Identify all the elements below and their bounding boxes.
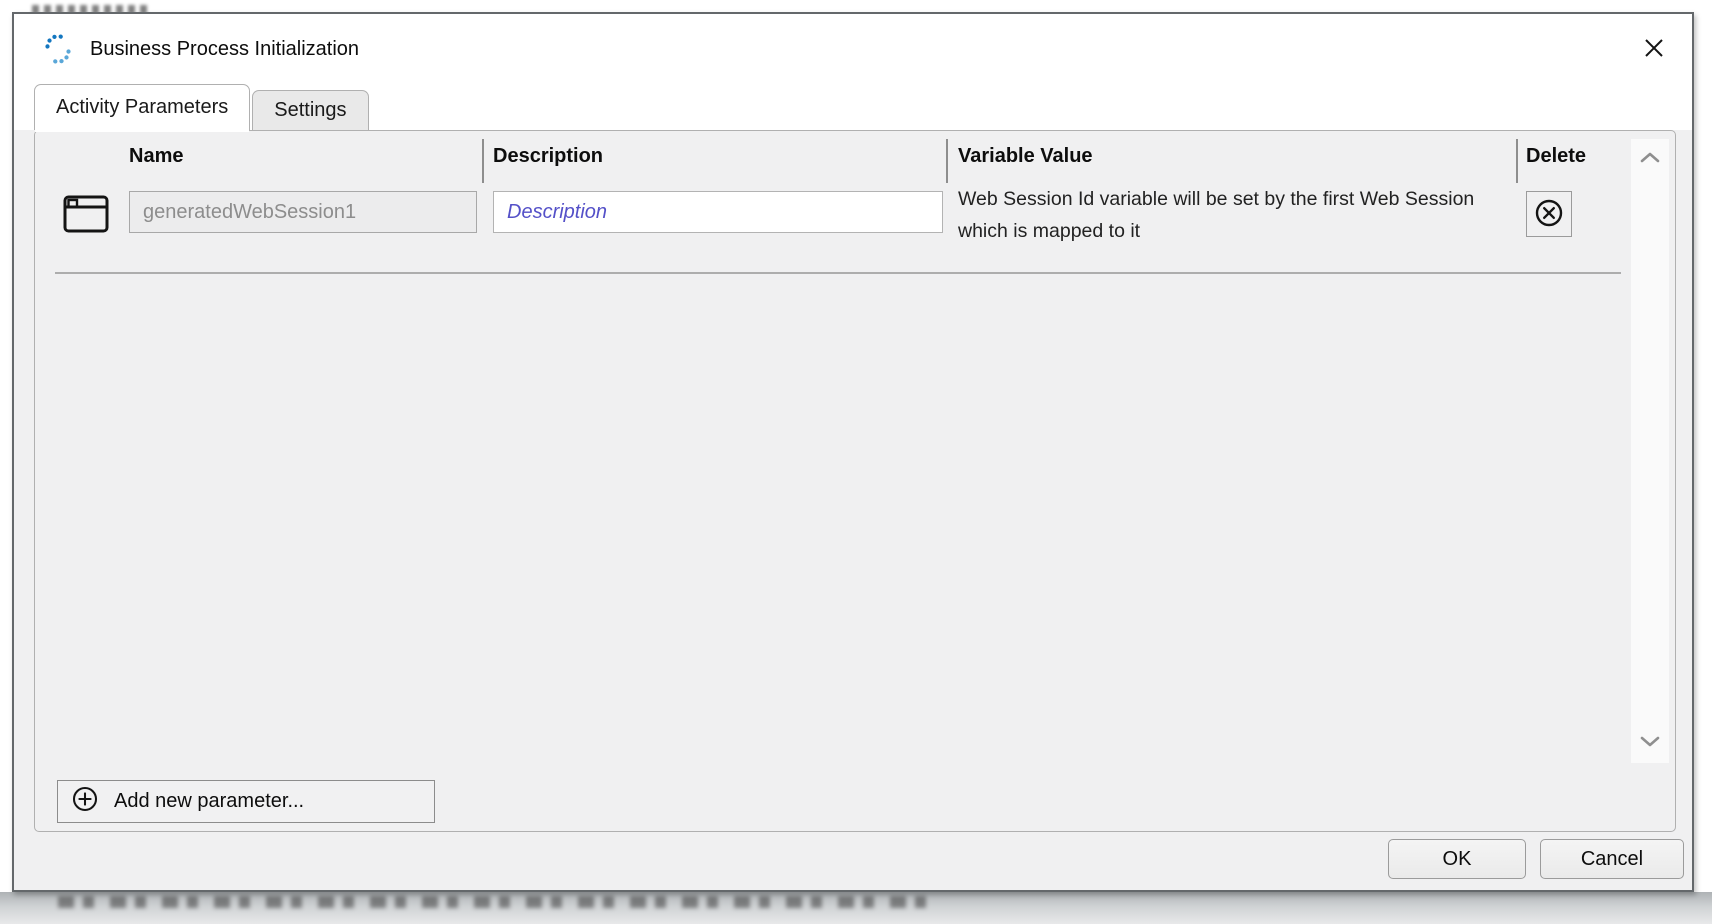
sync-dots-logo-icon bbox=[42, 33, 74, 65]
background-window-text-fragment bbox=[58, 896, 938, 908]
parameter-name-input[interactable] bbox=[129, 191, 477, 233]
dialog-footer: OK Cancel bbox=[14, 832, 1692, 890]
cancel-button[interactable]: Cancel bbox=[1540, 839, 1684, 879]
column-header-description: Description bbox=[493, 145, 603, 168]
dialog-title-bar: Business Process Initialization bbox=[14, 14, 1692, 84]
column-divider bbox=[1516, 139, 1518, 183]
scrollbar-track[interactable] bbox=[1631, 139, 1669, 763]
add-new-parameter-label: Add new parameter... bbox=[114, 790, 304, 813]
parameter-description-input[interactable] bbox=[493, 191, 943, 233]
chevron-down-icon bbox=[1639, 735, 1661, 751]
delete-circle-x-icon bbox=[1533, 197, 1565, 232]
scroll-up-button[interactable] bbox=[1637, 151, 1663, 167]
row-divider bbox=[55, 272, 1621, 274]
activity-parameters-panel: Name Description Variable Value Delete bbox=[34, 130, 1676, 832]
scroll-down-button[interactable] bbox=[1637, 735, 1663, 751]
tab-settings-label: Settings bbox=[274, 99, 346, 122]
tab-activity-parameters-label: Activity Parameters bbox=[56, 96, 228, 119]
chevron-up-icon bbox=[1639, 151, 1661, 167]
column-divider bbox=[946, 139, 948, 183]
add-new-parameter-button[interactable]: Add new parameter... bbox=[57, 780, 435, 823]
column-header-delete: Delete bbox=[1526, 145, 1586, 168]
dialog-title: Business Process Initialization bbox=[90, 38, 359, 61]
web-session-icon bbox=[63, 194, 109, 234]
column-header-variable-value: Variable Value bbox=[958, 145, 1093, 168]
delete-parameter-button[interactable] bbox=[1526, 191, 1572, 237]
tab-settings[interactable]: Settings bbox=[252, 90, 368, 130]
tab-activity-parameters[interactable]: Activity Parameters bbox=[34, 84, 250, 130]
variable-value-text: Web Session Id variable will be set by t… bbox=[958, 183, 1510, 247]
ok-button[interactable]: OK bbox=[1388, 839, 1526, 879]
close-icon bbox=[1641, 35, 1667, 64]
plus-circle-icon bbox=[71, 785, 99, 819]
close-button[interactable] bbox=[1632, 27, 1676, 71]
column-header-name: Name bbox=[129, 145, 183, 168]
column-divider bbox=[482, 139, 484, 183]
business-process-initialization-dialog: Business Process Initialization Activity… bbox=[12, 12, 1694, 892]
tab-strip: Activity Parameters Settings bbox=[14, 84, 1692, 130]
